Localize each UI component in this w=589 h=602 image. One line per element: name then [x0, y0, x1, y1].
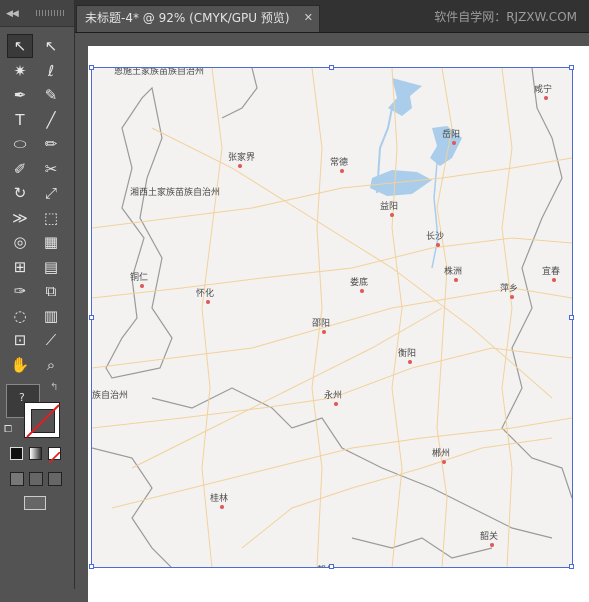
shape-builder-icon: ◎: [13, 233, 27, 251]
tools-panel-header[interactable]: ◀◀: [0, 0, 74, 27]
free-transform-tool[interactable]: ⬚: [38, 206, 64, 230]
gradient-tool[interactable]: ▤: [38, 255, 64, 279]
direct-selection-icon: ↖: [44, 37, 58, 55]
hand-icon: ✋: [10, 355, 30, 374]
type-tool[interactable]: T: [7, 108, 33, 132]
watermark-text: 软件自学网：RJZXW.COM: [434, 10, 577, 24]
paintbrush-tool[interactable]: ✏: [38, 132, 64, 156]
lasso-icon: ℓ: [47, 61, 55, 80]
canvas-area[interactable]: 湘西土家族苗族自治州 张家界 常德 岳阳 咸宁 益阳 长沙 株洲 宜春 萍乡 娄底 怀化 铜仁 邵阳 衡阳永…: [75, 33, 589, 602]
blob-brush-tool[interactable]: ✐: [7, 157, 33, 181]
column-graph-tool[interactable]: ▥: [38, 304, 64, 328]
selection-handle[interactable]: [569, 564, 574, 569]
slice-icon: ⟋: [45, 331, 57, 349]
panel-grip[interactable]: [36, 10, 66, 16]
free-transform-icon: ⬚: [43, 208, 59, 227]
shape-builder-tool[interactable]: ◎: [7, 230, 33, 254]
default-colors-icon[interactable]: ⧠: [4, 424, 12, 435]
hand-tool[interactable]: ✋: [7, 353, 33, 377]
width-icon: ≫: [12, 208, 28, 227]
selection-handle[interactable]: [89, 314, 94, 320]
magic-wand-tool[interactable]: ✷: [7, 59, 33, 83]
none-mode-button[interactable]: [48, 447, 61, 464]
line-segment-icon: ╱: [46, 110, 56, 129]
scissors-tool[interactable]: ✂: [38, 157, 64, 181]
paintbrush-icon: ✏: [44, 135, 58, 153]
close-icon[interactable]: ✕: [304, 6, 313, 30]
ellipse-tool[interactable]: ⬭: [7, 132, 33, 156]
screen-mode-button[interactable]: [24, 496, 46, 510]
lasso-tool[interactable]: ℓ: [38, 59, 64, 83]
selection-handle[interactable]: [89, 65, 94, 70]
zoom-tool[interactable]: ⌕: [38, 353, 64, 377]
tools-panel: ◀◀ ↖ ↖ ✷ ℓ ✒ ✎ T ╱ ⬭ ✏ ✐ ✂ ↻ ⤢ ≫ ⬚ ◎ ▦ ⊞ ▤ ✑ ⧉ ◌ ▥ ⊡ ⟋ ✋ ⌕ ? ↰ ⧠: [0, 0, 75, 589]
magic-wand-icon: ✷: [13, 61, 27, 80]
selection-handle[interactable]: [569, 314, 574, 320]
blend-tool[interactable]: ⧉: [38, 279, 64, 303]
scale-tool[interactable]: ⤢: [38, 181, 64, 205]
width-tool[interactable]: ≫: [7, 206, 33, 230]
selection-tool[interactable]: ↖: [7, 34, 33, 58]
artboard-tool[interactable]: ⊡: [7, 328, 33, 352]
document-tab-bar: 未标题-4* @ 92% (CMYK/GPU 预览) ✕ 软件自学网：RJZXW…: [75, 0, 589, 33]
line-segment-tool[interactable]: ╱: [38, 108, 64, 132]
blob-brush-icon: ✐: [13, 159, 27, 178]
scale-icon: ⤢: [44, 184, 57, 202]
draw-behind-button[interactable]: [29, 472, 43, 486]
stroke-swatch[interactable]: [24, 402, 60, 438]
pen-icon: ✒: [13, 86, 27, 104]
draw-normal-button[interactable]: [10, 472, 24, 486]
selection-icon: ↖: [13, 37, 27, 55]
rotate-icon: ↻: [13, 184, 27, 202]
zoom-icon: ⌕: [46, 355, 56, 374]
selection-bounding-box[interactable]: [91, 67, 573, 568]
artboard-icon: ⊡: [13, 331, 27, 349]
symbol-sprayer-tool[interactable]: ◌: [7, 304, 33, 328]
column-graph-icon: ▥: [43, 306, 59, 325]
gradient-mode-button[interactable]: [29, 447, 42, 460]
rotate-tool[interactable]: ↻: [7, 181, 33, 205]
scissors-icon: ✂: [44, 159, 58, 178]
type-icon: T: [15, 110, 25, 129]
perspective-grid-icon: ▦: [43, 233, 59, 251]
selection-handle[interactable]: [569, 65, 574, 70]
slice-tool[interactable]: ⟋: [38, 328, 64, 352]
fill-stroke-widget[interactable]: ? ↰ ⧠: [4, 382, 66, 440]
direct-selection-tool[interactable]: ↖: [38, 34, 64, 58]
selection-handle[interactable]: [329, 564, 334, 569]
color-mode-button[interactable]: [10, 447, 23, 460]
curvature-tool[interactable]: ✎: [38, 83, 64, 107]
selection-handle[interactable]: [89, 564, 94, 569]
eyedropper-tool[interactable]: ✑: [7, 279, 33, 303]
pen-tool[interactable]: ✒: [7, 83, 33, 107]
curvature-icon: ✎: [44, 86, 58, 104]
draw-inside-button[interactable]: [48, 472, 62, 486]
mesh-tool[interactable]: ⊞: [7, 255, 33, 279]
selection-handle[interactable]: [329, 65, 334, 70]
perspective-grid-tool[interactable]: ▦: [38, 230, 64, 254]
blend-icon: ⧉: [45, 282, 57, 300]
gradient-icon: ▤: [43, 257, 59, 276]
collapse-panel-icon[interactable]: ◀◀: [6, 9, 19, 19]
document-tab[interactable]: 未标题-4* @ 92% (CMYK/GPU 预览) ✕: [76, 5, 320, 32]
ellipse-icon: ⬭: [13, 135, 27, 153]
document-tab-title: 未标题-4* @ 92% (CMYK/GPU 预览): [85, 11, 290, 25]
swap-colors-icon[interactable]: ↰: [50, 382, 58, 393]
symbol-sprayer-icon: ◌: [13, 306, 27, 325]
eyedropper-icon: ✑: [13, 282, 27, 300]
mesh-icon: ⊞: [13, 257, 27, 276]
